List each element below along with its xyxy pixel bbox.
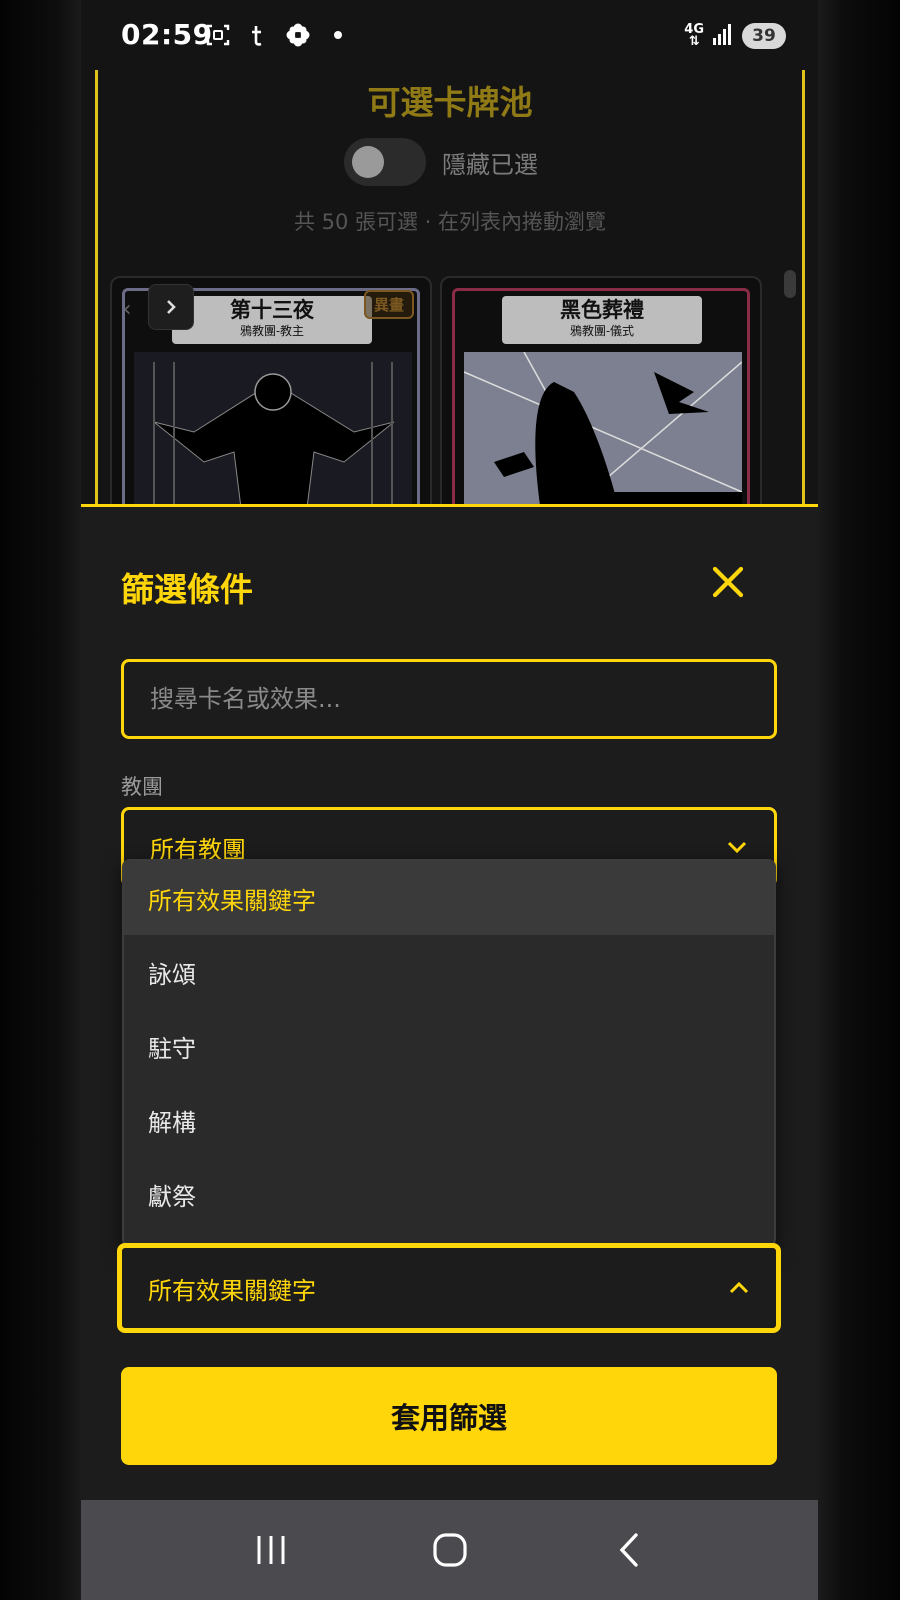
card-banner: 第十三夜 鴉教團-教主 — [172, 296, 372, 344]
dot-icon — [325, 22, 351, 48]
card-list[interactable]: 第十三夜 鴉教團-教主 異畫 ‹ 黑色葬禮 鴉教團-儀式 — [104, 276, 764, 507]
tribe-label: 教團 — [121, 775, 163, 799]
card-tag: 異畫 — [364, 290, 415, 319]
pool-title: 可選卡牌池 — [367, 83, 533, 122]
status-right: 4G ⇅ 39 — [684, 22, 786, 50]
chevron-up-icon — [729, 1281, 749, 1294]
status-time: 02:59 — [121, 18, 213, 51]
card-name: 黑色葬禮 — [560, 297, 644, 322]
screenshot-icon — [205, 22, 231, 48]
card-name: 第十三夜 — [230, 297, 314, 322]
keyword-select-value: 所有效果關鍵字 — [148, 1276, 316, 1305]
network-label: 4G ⇅ — [684, 22, 704, 49]
search-input[interactable] — [121, 659, 777, 739]
hide-selected-row: 隱藏已選 — [344, 138, 538, 186]
hide-selected-label: 隱藏已選 — [442, 150, 538, 179]
pool-count-text: 共 50 張可選 · 在列表內捲動瀏覽 — [293, 210, 607, 234]
toggle-knob — [352, 146, 384, 178]
left-bezel — [0, 0, 81, 1600]
status-bar: 02:59 4G ⇅ 39 — [81, 0, 818, 70]
card-item[interactable]: 第十三夜 鴉教團-教主 異畫 ‹ — [110, 276, 432, 507]
chevron-left-icon[interactable]: ‹ — [116, 290, 138, 328]
recents-icon[interactable] — [241, 1520, 301, 1580]
flower-icon — [285, 22, 311, 48]
keyword-option[interactable]: 駐守 — [124, 1009, 774, 1083]
back-icon[interactable] — [599, 1520, 659, 1580]
phone-screen: 02:59 4G ⇅ 39 可選卡牌池 隱藏已選 共 50 張可選 · 在列表內… — [81, 0, 818, 1600]
filter-title: 篩選條件 — [121, 570, 253, 609]
card-list-scrollbar[interactable] — [784, 270, 796, 298]
signal-icon — [712, 22, 734, 50]
right-bezel — [818, 0, 900, 1600]
card-pool-section: 可選卡牌池 隱藏已選 共 50 張可選 · 在列表內捲動瀏覽 第十三夜 鴉教團-… — [95, 70, 805, 507]
keyword-select[interactable]: 所有效果關鍵字 — [117, 1243, 781, 1333]
keyword-option[interactable]: 獻祭 — [124, 1157, 774, 1231]
tumblr-icon — [245, 22, 271, 48]
battery-icon: 39 — [742, 23, 786, 49]
apply-filter-button[interactable]: 套用篩選 — [121, 1367, 777, 1465]
keyword-option[interactable]: 所有效果關鍵字 — [124, 861, 774, 935]
card-subtitle: 鴉教團-儀式 — [569, 324, 635, 338]
chevron-down-icon — [727, 841, 747, 854]
card-item[interactable]: 黑色葬禮 鴉教團-儀式 — [440, 276, 762, 507]
keyword-dropdown-menu: 所有效果關鍵字 詠頌 駐守 解構 獻祭 — [122, 859, 776, 1247]
close-icon — [712, 566, 744, 598]
card-banner: 黑色葬禮 鴉教團-儀式 — [502, 296, 702, 344]
system-nav-bar — [81, 1500, 818, 1600]
chevron-right-icon[interactable] — [148, 284, 194, 330]
hide-selected-toggle[interactable] — [344, 138, 426, 186]
card-art — [134, 352, 412, 507]
card-subtitle: 鴉教團-教主 — [239, 324, 305, 338]
home-icon[interactable] — [420, 1520, 480, 1580]
card-art — [464, 352, 742, 507]
notification-icons — [205, 22, 351, 48]
filter-sheet: 篩選條件 教團 所有教團 所有效果關鍵字 詠頌 駐守 解構 獻祭 所有效果關鍵字… — [81, 504, 818, 1500]
close-button[interactable] — [703, 557, 753, 607]
keyword-option[interactable]: 解構 — [124, 1083, 774, 1157]
keyword-option[interactable]: 詠頌 — [124, 935, 774, 1009]
